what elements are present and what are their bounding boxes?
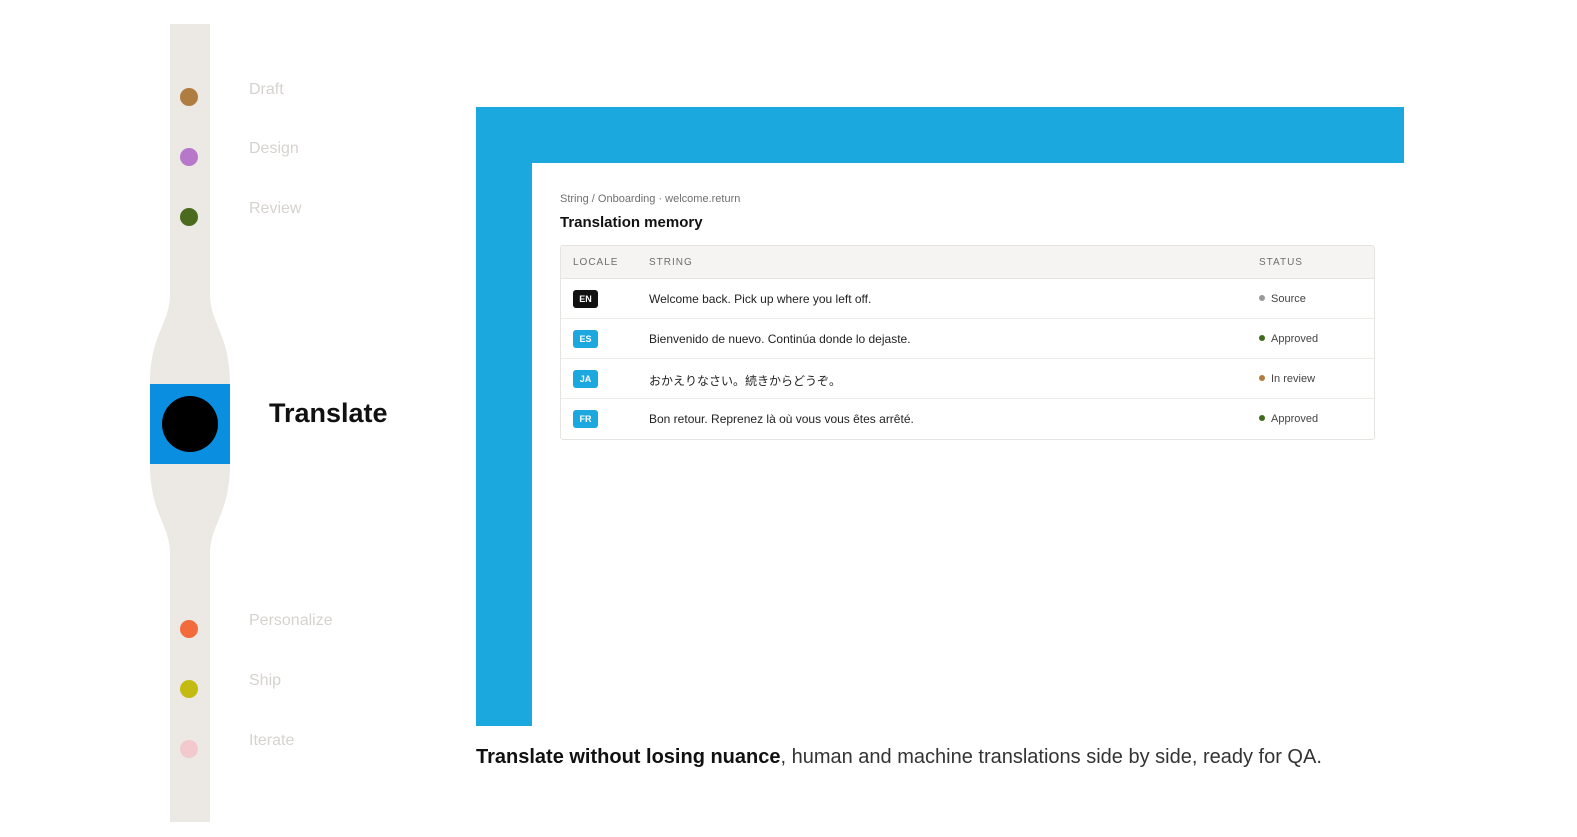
timeline-label-draft[interactable]: Draft — [249, 81, 284, 99]
string-text: Welcome back. Pick up where you left off… — [649, 292, 872, 306]
status-label: Approved — [1271, 333, 1319, 345]
translation-panel: String / Onboarding · welcome.return Tra… — [532, 163, 1404, 726]
timeline-active-dot — [162, 396, 218, 452]
timeline-dot-iterate[interactable] — [180, 740, 198, 758]
timeline-dot-ship[interactable] — [180, 680, 198, 698]
status-badge: Source — [1259, 293, 1306, 305]
table-row[interactable]: EN Welcome back. Pick up where you left … — [561, 279, 1374, 319]
status-label: Approved — [1271, 413, 1319, 425]
status-badge: Approved — [1259, 333, 1318, 345]
timeline-label-review[interactable]: Review — [249, 200, 301, 218]
status-label: Source — [1271, 293, 1306, 305]
timeline-dot-review[interactable] — [180, 208, 198, 226]
column-header-locale: LOCALE — [573, 257, 619, 268]
string-text: Bienvenido de nuevo. Continúa donde lo d… — [649, 332, 911, 346]
timeline-active-label: Translate — [269, 398, 388, 428]
timeline-dot-draft[interactable] — [180, 88, 198, 106]
locale-badge: EN — [573, 290, 598, 308]
panel-title: Translation memory — [560, 214, 703, 231]
status-dot-icon — [1259, 295, 1265, 301]
frame-top-bar — [476, 107, 1404, 163]
frame-left-bar — [476, 107, 532, 726]
timeline-label-personalize[interactable]: Personalize — [249, 612, 333, 630]
caption-bold: Translate without losing nuance — [476, 746, 781, 768]
table-row[interactable]: ES Bienvenido de nuevo. Continúa donde l… — [561, 319, 1374, 359]
status-badge: Approved — [1259, 413, 1318, 425]
string-text: Bon retour. Reprenez là où vous vous ête… — [649, 412, 914, 426]
breadcrumb: String / Onboarding · welcome.return — [560, 193, 741, 205]
status-dot-icon — [1259, 335, 1265, 341]
string-text: おかえりなさい。続きからどうぞ。 — [649, 374, 842, 388]
feature-caption: Translate without losing nuance, human a… — [476, 746, 1322, 769]
timeline-dot-design[interactable] — [180, 148, 198, 166]
locale-badge: JA — [573, 370, 598, 388]
timeline-label-ship[interactable]: Ship — [249, 672, 281, 690]
locale-badge: ES — [573, 330, 598, 348]
timeline-label-design[interactable]: Design — [249, 140, 299, 158]
table-header: LOCALE STRING STATUS — [561, 246, 1374, 279]
translation-table: LOCALE STRING STATUS EN Welcome back. Pi… — [560, 245, 1375, 440]
table-row[interactable]: JA おかえりなさい。続きからどうぞ。 In review — [561, 359, 1374, 399]
status-dot-icon — [1259, 375, 1265, 381]
timeline-dot-personalize[interactable] — [180, 620, 198, 638]
table-row[interactable]: FR Bon retour. Reprenez là où vous vous … — [561, 399, 1374, 439]
caption-rest: , human and machine translations side by… — [780, 746, 1322, 768]
status-dot-icon — [1259, 415, 1265, 421]
column-header-string: STRING — [649, 257, 693, 268]
column-header-status: STATUS — [1259, 257, 1303, 268]
locale-badge: FR — [573, 410, 598, 428]
timeline-label-iterate[interactable]: Iterate — [249, 732, 294, 750]
status-badge: In review — [1259, 373, 1315, 385]
status-label: In review — [1271, 373, 1316, 385]
